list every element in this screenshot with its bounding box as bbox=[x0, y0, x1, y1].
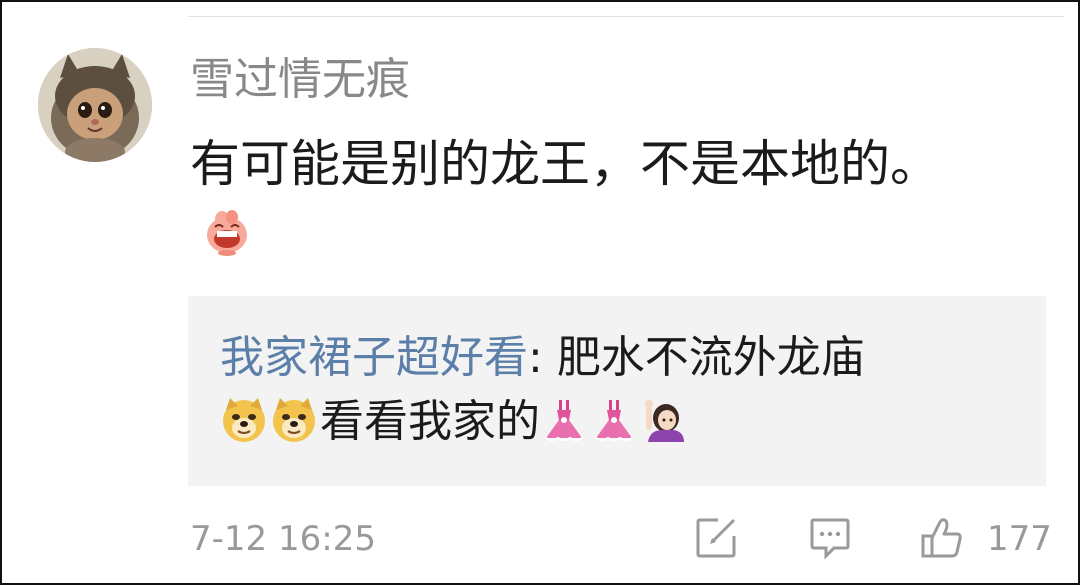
divider bbox=[188, 16, 1064, 17]
dress-emoji-icon bbox=[545, 400, 583, 441]
timestamp: 7-12 16:25 bbox=[190, 519, 376, 559]
reply-content: 我家裙子超好看: 肥水不流外龙庙 看看我家的 bbox=[220, 326, 1020, 454]
doge-emoji-icon bbox=[273, 398, 315, 442]
raising-hand-woman-emoji-icon bbox=[645, 400, 684, 442]
like-icon[interactable] bbox=[920, 516, 964, 560]
grinning-face-emoji-icon bbox=[207, 210, 247, 256]
comment-body: 有可能是别的龙王，不是本地的。 bbox=[190, 128, 990, 272]
avatar[interactable] bbox=[38, 48, 152, 162]
comment-card: 雪过情无痕 有可能是别的龙王，不是本地的。 我家裙子超好看: 肥水不流外龙庙 看… bbox=[0, 0, 1080, 585]
edit-icon[interactable] bbox=[694, 516, 738, 560]
dress-emoji-icon bbox=[595, 400, 633, 441]
doge-emoji-icon bbox=[223, 398, 265, 442]
reply-username[interactable]: 我家裙子超好看 bbox=[220, 332, 528, 383]
reply-text-part1: 肥水不流外龙庙 bbox=[556, 332, 865, 383]
comment-text: 有可能是别的龙王，不是本地的。 bbox=[190, 135, 940, 193]
reply-text-part2: 看看我家的 bbox=[320, 396, 540, 447]
like-count: 177 bbox=[987, 519, 1052, 559]
comment-icon[interactable] bbox=[808, 516, 852, 560]
reply-box[interactable]: 我家裙子超好看: 肥水不流外龙庙 看看我家的 bbox=[188, 296, 1046, 486]
reply-separator: : bbox=[528, 332, 557, 383]
comment-username[interactable]: 雪过情无痕 bbox=[190, 50, 410, 110]
